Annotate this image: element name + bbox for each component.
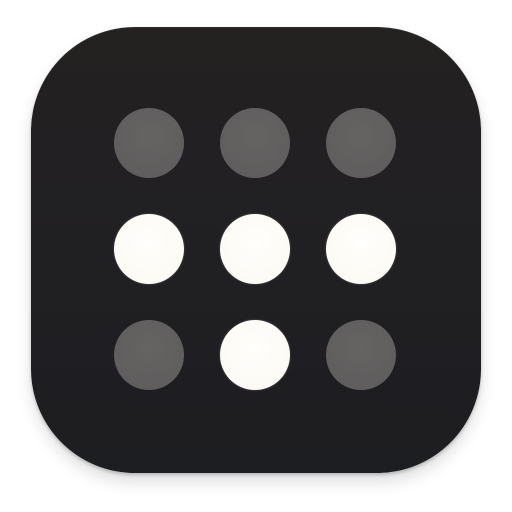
dot-r3-c2-on (220, 320, 290, 390)
dot-r2-c1-on (114, 214, 184, 284)
dot-r3-c1-off (114, 320, 184, 390)
dot-r2-c2-on (220, 214, 290, 284)
dot-r1-c1-off (114, 108, 184, 178)
dot-r1-c3-off (326, 108, 396, 178)
canvas (0, 0, 512, 512)
dot-r1-c2-off (220, 108, 290, 178)
dot-grid (0, 0, 512, 512)
dot-r2-c3-on (326, 214, 396, 284)
dot-r3-c3-off (326, 320, 396, 390)
